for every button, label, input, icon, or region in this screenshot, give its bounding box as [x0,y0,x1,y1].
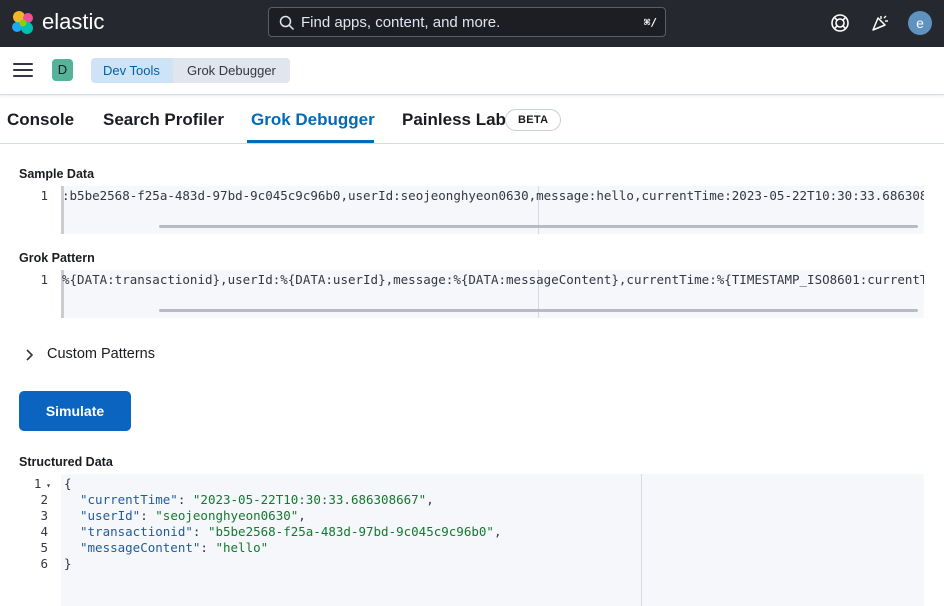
line-number: 5 [40,540,48,555]
tab-console[interactable]: Console [7,110,74,130]
sample-data-label: Sample Data [19,167,95,181]
grok-pattern-editor[interactable]: 1 %{DATA:transactionid},userId:%{DATA:us… [19,270,924,318]
top-header: elastic Find apps, content, and more. ⌘/… [0,0,944,47]
user-avatar[interactable]: e [908,11,932,35]
tab-painless-lab[interactable]: Painless Lab [402,110,506,130]
line-number: 1 [40,272,48,287]
breadcrumb-bar: D Dev Tools Grok Debugger [0,47,944,95]
line-number: 2 [40,492,48,507]
search-icon [279,15,295,31]
json-line: "currentTime": "2023-05-22T10:30:33.6863… [80,492,434,507]
breadcrumb-grok-debugger: Grok Debugger [173,58,290,83]
structured-data-label: Structured Data [19,455,113,469]
brand-name: elastic [42,9,105,34]
print-margin [641,474,642,606]
elastic-logo-icon[interactable] [10,10,36,36]
line-number: 1 [40,188,48,203]
json-close-brace: } [64,556,72,571]
horizontal-scrollbar[interactable] [159,225,918,228]
chevron-right-icon[interactable] [25,348,35,362]
json-line: "messageContent": "hello" [80,540,269,555]
line-number: 6 [40,556,48,571]
space-avatar[interactable]: D [52,59,73,81]
search-placeholder: Find apps, content, and more. [301,14,501,31]
json-open-brace: { [64,476,72,491]
code-line: :b5be2568-f25a-483d-97bd-9c045c9c96b0,us… [62,188,924,203]
code-line: %{DATA:transactionid},userId:%{DATA:user… [62,272,924,287]
dev-tools-tabs: Console Search Profiler Grok Debugger Pa… [0,95,944,144]
help-icon[interactable] [829,12,851,34]
editor-gutter: 1 ▾ 2 3 4 5 6 [19,474,61,606]
tab-grok-debugger[interactable]: Grok Debugger [251,110,375,130]
simulate-button[interactable]: Simulate [19,391,131,431]
breadcrumb-dev-tools[interactable]: Dev Tools [91,58,174,83]
json-line: "transactionid": "b5be2568-f25a-483d-97b… [80,524,502,539]
global-search-input[interactable]: Find apps, content, and more. ⌘/ [268,7,666,37]
search-shortcut: ⌘/ [643,16,657,29]
editor-gutter: 1 [19,186,61,234]
editor-gutter: 1 [19,270,61,318]
line-number: 4 [40,524,48,539]
breadcrumb-separator [166,58,174,82]
horizontal-scrollbar[interactable] [159,309,918,312]
custom-patterns-toggle[interactable]: Custom Patterns [47,346,155,362]
news-feed-icon[interactable] [869,12,891,34]
grok-pattern-label: Grok Pattern [19,251,95,265]
fold-caret-icon: ▾ [41,481,51,490]
beta-badge: BETA [505,109,562,131]
structured-data-output[interactable]: 1 ▾ 2 3 4 5 6 { "currentTime": "2023-05-… [19,474,924,606]
sample-data-editor[interactable]: 1 :b5be2568-f25a-483d-97bd-9c045c9c96b0,… [19,186,924,234]
active-tab-indicator [247,140,374,143]
line-number: 1 ▾ [33,476,51,491]
hamburger-menu-icon[interactable] [13,63,33,79]
line-number: 3 [40,508,48,523]
tab-search-profiler[interactable]: Search Profiler [103,110,224,130]
json-line: "userId": "seojeonghyeon0630", [80,508,306,523]
